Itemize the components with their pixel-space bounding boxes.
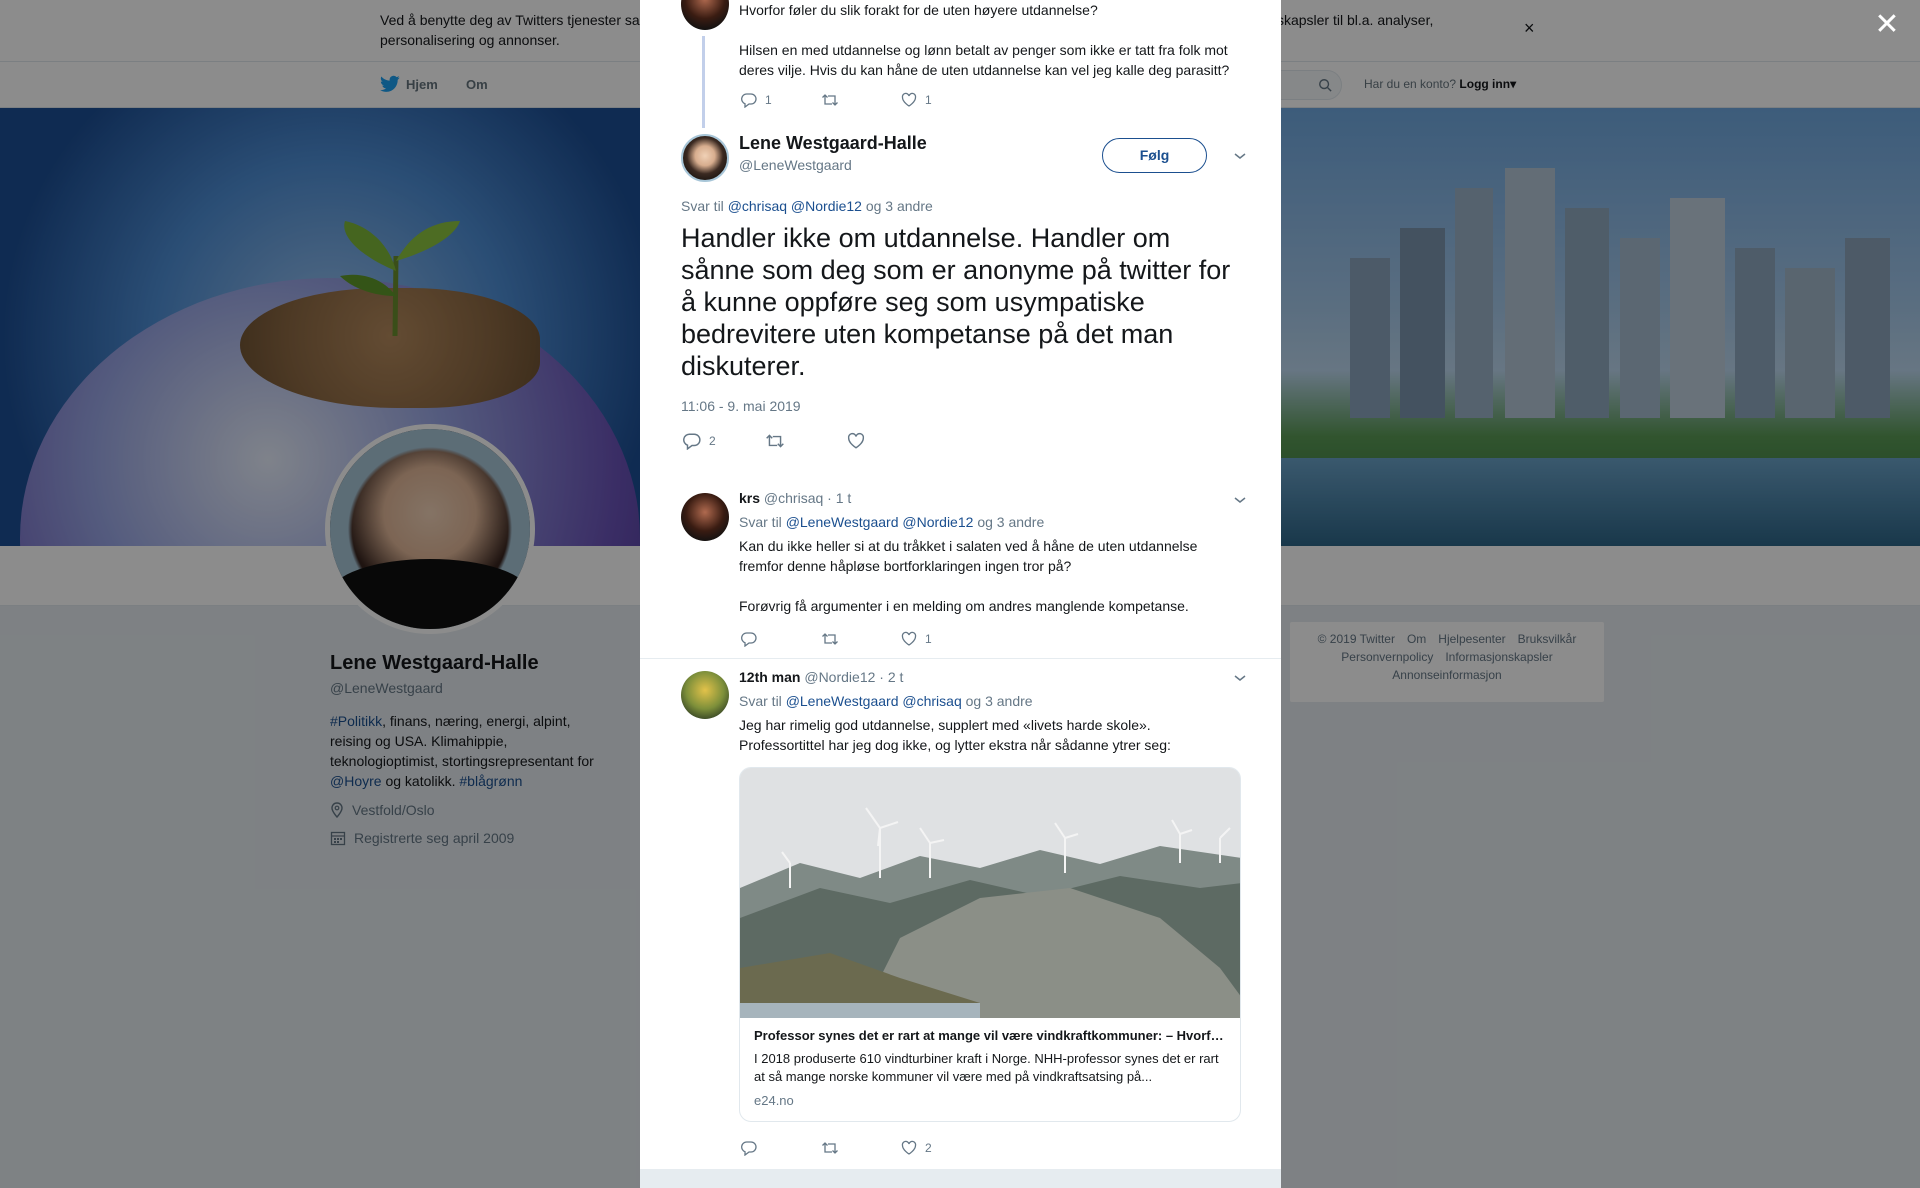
wind-farm-image [740, 768, 1240, 1018]
reply-actions: 1 [741, 631, 932, 647]
reply-to-others[interactable]: og 3 andre [866, 198, 933, 214]
reply-author-handle[interactable]: @Nordie12 [804, 669, 875, 685]
reply-header: krs @chrisaq · 1 t [739, 490, 851, 506]
retweet-button[interactable] [765, 432, 847, 450]
heart-icon [901, 92, 917, 107]
heart-icon [901, 631, 917, 646]
reply-to-others[interactable]: og 3 andre [977, 514, 1044, 530]
reply-to-user-1[interactable]: @LeneWestgaard [786, 514, 899, 530]
like-button[interactable]: 1 [901, 92, 932, 108]
reply-to-user-2[interactable]: @Nordie12 [902, 514, 973, 530]
like-count: 2 [925, 1141, 932, 1155]
reply-icon [741, 93, 757, 108]
main-reply-to: Svar til @chrisaq @Nordie12 og 3 andre [681, 198, 933, 214]
prev-tweet-line2: Hilsen en med utdannelse og lønn betalt … [739, 42, 1230, 78]
chevron-down-icon[interactable] [1233, 671, 1247, 685]
main-tweet-actions: 2 [683, 432, 865, 450]
reply-to-user-2[interactable]: @chrisaq [902, 693, 961, 709]
main-tweet-text: Handler ikke om utdannelse. Handler om s… [681, 223, 1231, 381]
reply-header: 12th man @Nordie12 · 2 t [739, 669, 903, 685]
main-tweet-author-name[interactable]: Lene Westgaard-Halle [739, 133, 927, 154]
reply-icon [741, 1141, 757, 1156]
heart-icon [901, 1140, 917, 1155]
reply-text-para2: Forøvrig få argumenter i en melding om a… [739, 598, 1189, 614]
reply-button[interactable] [741, 1140, 821, 1156]
reply-text-para1: Kan du ikke heller si at du tråkket i sa… [739, 538, 1198, 574]
reply-count: 2 [709, 434, 716, 448]
reply-actions: 2 [741, 1140, 932, 1156]
reply-text: Kan du ikke heller si at du tråkket i sa… [739, 536, 1239, 616]
like-button[interactable]: 2 [901, 1140, 932, 1156]
link-card-description: I 2018 produserte 610 vindturbiner kraft… [754, 1051, 1219, 1084]
like-button[interactable]: 1 [901, 631, 932, 647]
retweet-button[interactable] [821, 92, 901, 108]
reply-to-others[interactable]: og 3 andre [966, 693, 1033, 709]
reply-to-label: Svar til [739, 514, 782, 530]
reply-icon [741, 632, 757, 647]
retweet-icon [822, 94, 838, 106]
reply-to-user-1[interactable]: @chrisaq [728, 198, 787, 214]
main-tweet-timestamp[interactable]: 11:06 - 9. mai 2019 [681, 398, 801, 414]
chevron-down-icon[interactable] [1233, 493, 1247, 507]
close-modal-icon[interactable]: ✕ [1872, 10, 1902, 40]
reply-author-handle[interactable]: @chrisaq [764, 490, 823, 506]
reply-text: Jeg har rimelig god utdannelse, supplert… [739, 717, 1171, 753]
reply-to-user-2[interactable]: @Nordie12 [791, 198, 862, 214]
tweet-modal: Hvorfor føler du slik forakt for de uten… [640, 0, 1281, 1188]
main-tweet-avatar[interactable] [681, 134, 729, 182]
heart-icon [847, 432, 865, 449]
reply-age[interactable]: · 1 t [827, 490, 851, 506]
reply-to-label: Svar til [739, 693, 782, 709]
retweet-icon [766, 434, 784, 448]
prev-tweet-line1: Hvorfor føler du slik forakt for de uten… [739, 2, 1098, 18]
reply-avatar[interactable] [681, 493, 729, 541]
link-card-domain: e24.no [754, 1093, 794, 1108]
reply-age[interactable]: · 2 t [879, 669, 903, 685]
follow-button[interactable]: Følg [1102, 138, 1207, 173]
reply-to-line: Svar til @LeneWestgaard @chrisaq og 3 an… [739, 693, 1033, 709]
reply-button[interactable]: 2 [683, 432, 765, 450]
like-count: 1 [925, 93, 932, 107]
thread-line [702, 36, 705, 128]
prev-tweet-text: Hvorfor føler du slik forakt for de uten… [739, 0, 1259, 80]
chevron-down-icon[interactable] [1233, 149, 1247, 163]
reply-count: 1 [765, 93, 772, 107]
retweet-button[interactable] [821, 1140, 901, 1156]
prev-tweet-actions: 1 1 [741, 92, 932, 108]
reply-to-user-1[interactable]: @LeneWestgaard [786, 693, 899, 709]
reply-to-line: Svar til @LeneWestgaard @Nordie12 og 3 a… [739, 514, 1044, 530]
link-card-title[interactable]: Professor synes det er rart at mange vil… [754, 1028, 1228, 1043]
like-count: 1 [925, 632, 932, 646]
prev-tweet-avatar[interactable] [681, 0, 729, 30]
retweet-button[interactable] [821, 631, 901, 647]
reply-button[interactable] [741, 631, 821, 647]
link-card-image [740, 768, 1240, 1018]
link-card[interactable]: Professor synes det er rart at mange vil… [739, 767, 1241, 1122]
retweet-icon [822, 633, 838, 645]
main-tweet-author-handle[interactable]: @LeneWestgaard [739, 157, 852, 173]
retweet-icon [822, 1142, 838, 1154]
reply-tweet[interactable]: krs @chrisaq · 1 t Svar til @LeneWestgaa… [640, 470, 1281, 659]
reply-icon [683, 433, 701, 450]
modal-bottom-strip [640, 1170, 1281, 1188]
reply-avatar[interactable] [681, 671, 729, 719]
reply-author-name[interactable]: 12th man [739, 669, 800, 685]
reply-button[interactable]: 1 [741, 92, 821, 108]
reply-to-label: Svar til [681, 198, 724, 214]
reply-author-name[interactable]: krs [739, 490, 760, 506]
like-button[interactable] [847, 432, 865, 450]
